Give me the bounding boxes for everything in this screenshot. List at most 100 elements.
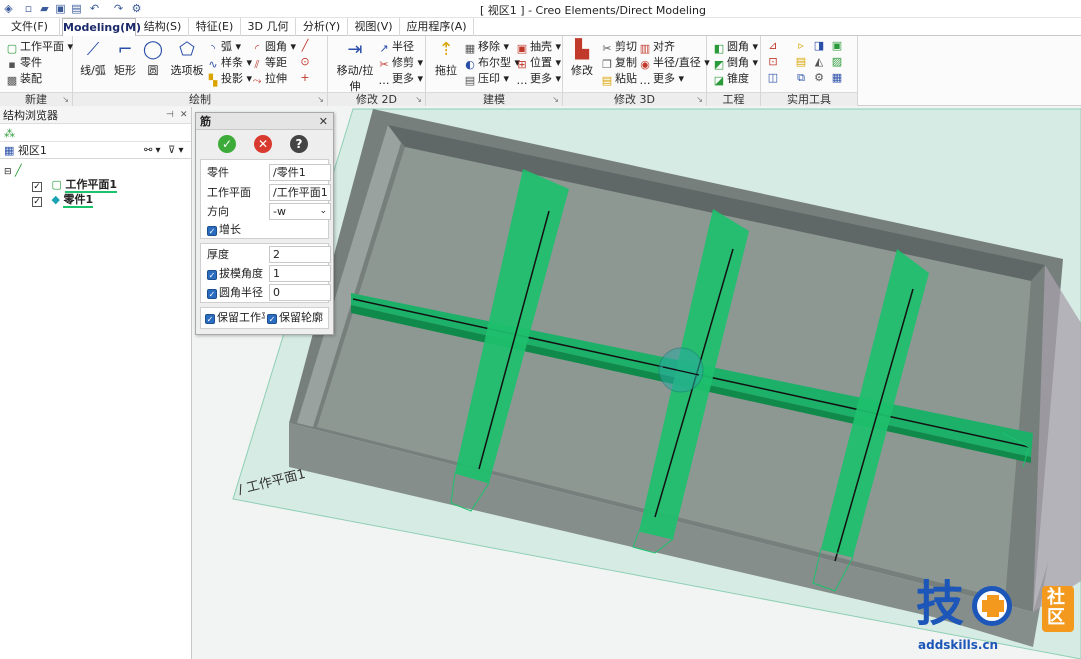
paste-button[interactable]: ▤ 粘贴 <box>601 71 637 87</box>
rectangle-button[interactable]: ⌐ 矩形 <box>111 39 139 78</box>
keep-profile-checkbox[interactable]: ✓ 保留轮廓 <box>267 310 323 326</box>
browser-view-selector[interactable]: ▦ 视区1 ⚯ ▾ ⊽ ▾ <box>0 143 191 159</box>
tab-structure[interactable]: 结构(S) <box>137 18 189 36</box>
workplane-field[interactable]: /工作平面1 <box>269 184 331 201</box>
group-expand-icon[interactable]: ↘ <box>696 95 703 104</box>
customize-icon[interactable]: ⚙ <box>130 2 143 15</box>
modify-icon: ▙ <box>575 39 589 60</box>
boolean-button[interactable]: ◐ 布尔型 ▾ <box>464 55 520 71</box>
collapse-icon[interactable]: ⊟ <box>4 167 12 177</box>
extend-button[interactable]: ⤳ 拉伸 <box>251 71 287 87</box>
visibility-checkbox[interactable]: ✓ <box>32 182 42 192</box>
line-arc-button[interactable]: ⟋ 线/弧 <box>79 39 107 78</box>
offset-button[interactable]: ⫽ 等距 <box>251 55 287 71</box>
line-tool-icon[interactable]: ╱ <box>299 40 311 52</box>
measure-icon[interactable]: ⊿ <box>767 40 779 52</box>
group-expand-icon[interactable]: ↘ <box>317 95 324 104</box>
app-logo-icon[interactable]: ◈ <box>2 2 15 15</box>
save-icon[interactable]: ▣ <box>54 2 67 15</box>
stack-icon[interactable]: ⧉ <box>795 72 807 84</box>
copy-button[interactable]: ❐ 复制 <box>601 55 637 71</box>
redo-icon[interactable]: ↷ <box>112 2 125 15</box>
tab-applications[interactable]: 应用程序(A) <box>400 18 474 36</box>
radius-diameter-button[interactable]: ◉ 半径/直径 ▾ <box>639 55 710 71</box>
radius-button[interactable]: ↗ 半径 <box>378 39 414 55</box>
draft-angle-field[interactable]: 1 <box>269 265 331 282</box>
ribbon: ▢ 工作平面 ▾ ▪ 零件 ▩ 装配 新建 ↘ ⟋ 线/弧 ⌐ 矩形 ◯ 圆 ⬠ 选项板 ◝ 弧… <box>0 36 1081 106</box>
point-tool-icon[interactable]: ⊙ <box>299 56 311 68</box>
table-icon[interactable]: ▦ <box>831 72 843 84</box>
confirm-button[interactable]: ✓ <box>218 135 236 153</box>
transform-icon[interactable]: ◨ <box>813 40 825 52</box>
part-button[interactable]: ▪ 零件 <box>6 55 42 71</box>
more-model-button[interactable]: … 更多 ▾ <box>516 71 562 87</box>
tree-structure-icon[interactable]: ⁂ <box>4 127 15 140</box>
project-button[interactable]: ▚ 投影 ▾ <box>207 71 252 87</box>
gear-icon[interactable]: ⚙ <box>813 72 825 84</box>
trim-button[interactable]: ✂ 修剪 ▾ <box>378 55 423 71</box>
pin-icon[interactable]: ⊣ <box>166 107 174 124</box>
thickness-field[interactable]: 2 <box>269 246 331 263</box>
direction-select[interactable]: -w ⌄ <box>269 203 331 220</box>
keep-workplane-checkbox[interactable]: ✓保留工作平面 <box>205 310 265 326</box>
assembly-button[interactable]: ▩ 装配 <box>6 71 42 87</box>
cursor-icon[interactable]: ◭ <box>813 56 825 68</box>
cross-tool-icon[interactable]: + <box>299 72 311 84</box>
spline-button[interactable]: ∿ 样条 ▾ <box>207 55 252 71</box>
frame-icon[interactable]: ▣ <box>831 40 843 52</box>
visibility-checkbox[interactable]: ✓ <box>32 197 42 207</box>
fillet-3d-button[interactable]: ◧ 圆角 ▾ <box>713 39 758 55</box>
tab-3d-geometry[interactable]: 3D 几何 <box>241 18 296 36</box>
grow-checkbox[interactable]: ✓ 增长 <box>207 222 241 238</box>
taper-button[interactable]: ◪ 锥度 <box>713 71 749 87</box>
open-folder-icon[interactable]: ▰ <box>38 2 51 15</box>
align-button[interactable]: ▥ 对齐 <box>639 39 675 55</box>
circle-button[interactable]: ◯ 圆 <box>141 39 165 78</box>
help-button[interactable]: ? <box>290 135 308 153</box>
shell-button[interactable]: ▣ 抽壳 ▾ <box>516 39 561 55</box>
tree-node-workplane[interactable]: ✓ ▢ 工作平面1 <box>32 178 118 193</box>
remove-button[interactable]: ▦ 移除 ▾ <box>464 39 509 55</box>
group-expand-icon[interactable]: ↘ <box>62 95 69 104</box>
new-file-icon[interactable]: ▫ <box>22 2 35 15</box>
filter-icon[interactable]: ⊽ ▾ <box>168 143 184 159</box>
binoculars-icon[interactable]: ⚯ ▾ <box>144 143 161 159</box>
more-3d-button[interactable]: … 更多 ▾ <box>639 71 685 87</box>
clipboard-icon[interactable]: ▨ <box>831 56 843 68</box>
group-expand-icon[interactable]: ↘ <box>552 95 559 104</box>
close-icon[interactable]: ✕ <box>180 107 188 124</box>
tree-node-part[interactable]: ✓ ◆ 零件1 <box>32 193 94 208</box>
document-icon[interactable]: ▤ <box>795 56 807 68</box>
workplane-button[interactable]: ▢ 工作平面 ▾ <box>6 39 73 55</box>
fillet-radius-checkbox[interactable]: ✓ 圆角半径 <box>207 285 263 301</box>
select-icon[interactable]: ▹ <box>795 40 807 52</box>
move-stretch-button[interactable]: ⇥ 移动/拉伸 <box>332 39 378 94</box>
arc-button[interactable]: ◝ 弧 ▾ <box>207 39 241 55</box>
close-icon[interactable]: ✕ <box>319 113 328 130</box>
palette-button[interactable]: ⬠ 选项板 <box>169 39 205 78</box>
tab-file[interactable]: 文件(F) <box>0 18 60 36</box>
draft-angle-checkbox[interactable]: ✓ 拔模角度 <box>207 266 263 282</box>
tab-view[interactable]: 视图(V) <box>348 18 400 36</box>
modify-button[interactable]: ▙ 修改 <box>567 39 597 78</box>
group-expand-icon[interactable]: ↘ <box>415 95 422 104</box>
fillet-radius-field[interactable]: 0 <box>269 284 331 301</box>
tab-modeling[interactable]: Modeling(M) <box>62 18 141 37</box>
chamfer-button[interactable]: ◩ 倒角 ▾ <box>713 55 758 71</box>
cut-button[interactable]: ✂ 剪切 <box>601 39 637 55</box>
part-field[interactable]: /零件1 <box>269 164 331 181</box>
tab-feature[interactable]: 特征(E) <box>189 18 241 36</box>
mirror-icon[interactable]: ◫ <box>767 72 779 84</box>
tree-root[interactable]: ⊟ ╱ <box>4 164 22 178</box>
position-button[interactable]: ⊞ 位置 ▾ <box>516 55 561 71</box>
undo-icon[interactable]: ↶ <box>88 2 101 15</box>
more-2d-button[interactable]: … 更多 ▾ <box>378 71 424 87</box>
direction-handle-icon[interactable] <box>658 347 704 393</box>
save-as-icon[interactable]: ▤ <box>70 2 83 15</box>
cancel-button[interactable]: ✕ <box>254 135 272 153</box>
dimension-icon[interactable]: ⊡ <box>767 56 779 68</box>
tab-analysis[interactable]: 分析(Y) <box>296 18 348 36</box>
imprint-button[interactable]: ▤ 压印 ▾ <box>464 71 509 87</box>
fillet-2d-button[interactable]: ◜ 圆角 ▾ <box>251 39 296 55</box>
pull-button[interactable]: ⇡ 拖拉 <box>430 39 462 78</box>
